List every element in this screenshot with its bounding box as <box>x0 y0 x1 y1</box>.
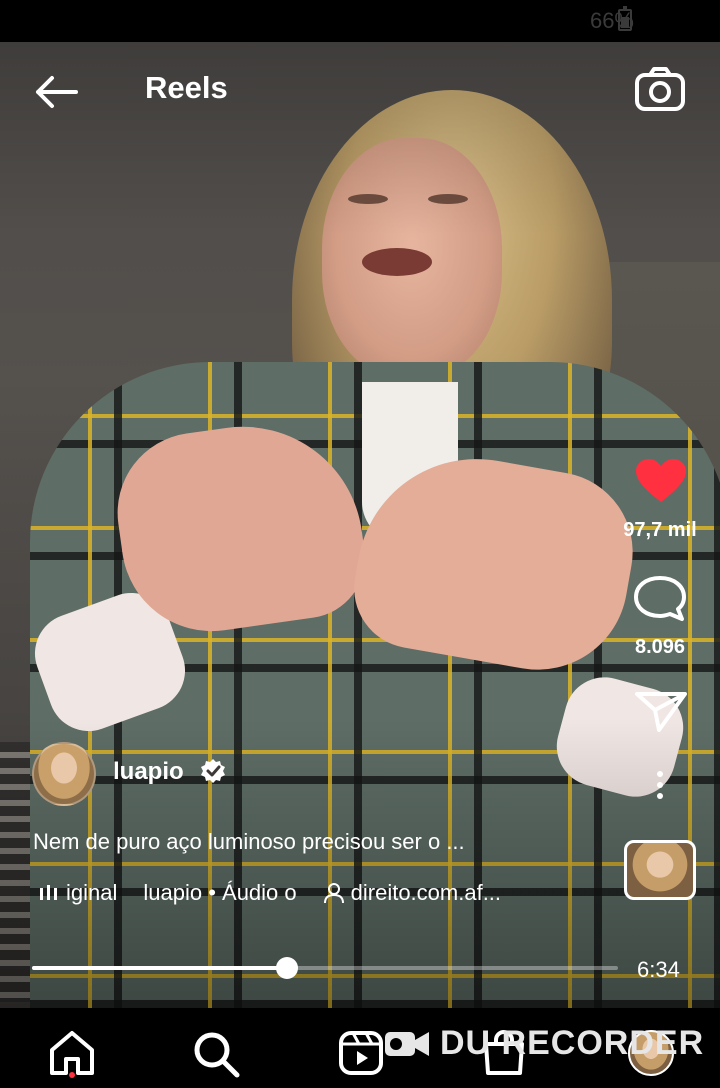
username[interactable]: luapio <box>113 758 184 786</box>
paper-plane-icon[interactable] <box>634 690 688 734</box>
camera-icon[interactable] <box>634 66 686 112</box>
tagged-account: direito.com.af... <box>350 880 502 905</box>
video-progress-bar[interactable] <box>32 957 618 979</box>
more-vertical-icon[interactable] <box>648 770 672 800</box>
verified-badge-icon <box>201 759 225 783</box>
audio-ticker[interactable]: iginal luapio • Áudio o direito.com.af..… <box>40 878 501 908</box>
search-icon[interactable] <box>192 1030 240 1078</box>
page-title: Reels <box>145 70 228 105</box>
comment-icon[interactable] <box>632 574 688 622</box>
audio-label: iginal <box>66 880 118 905</box>
progress-fill <box>32 966 287 970</box>
video-duration: 6:34 <box>637 957 680 982</box>
progress-knob[interactable] <box>275 957 298 979</box>
reel-caption[interactable]: Nem de puro aço luminoso precisou ser o … <box>33 829 593 855</box>
notification-dot <box>69 1072 75 1078</box>
audio-bars-icon <box>40 885 57 900</box>
audio-thumbnail[interactable] <box>624 840 696 900</box>
comment-count[interactable]: 8.096 <box>610 636 710 659</box>
heart-icon[interactable] <box>634 458 688 504</box>
avatar[interactable] <box>32 742 96 806</box>
audio-source: luapio • Áudio o <box>143 880 297 905</box>
battery-icon <box>618 6 632 31</box>
status-bar: 66% <box>0 0 720 42</box>
recorder-watermark: DU RECORDER <box>384 1024 704 1063</box>
home-icon[interactable] <box>48 1030 96 1076</box>
video-camera-icon <box>385 1031 429 1056</box>
person-icon <box>323 883 344 904</box>
like-count[interactable]: 97,7 mil <box>610 519 710 542</box>
watermark-text: DU RECORDER <box>440 1024 705 1062</box>
reels-icon[interactable] <box>338 1030 384 1076</box>
arrow-left-icon[interactable] <box>32 74 80 110</box>
